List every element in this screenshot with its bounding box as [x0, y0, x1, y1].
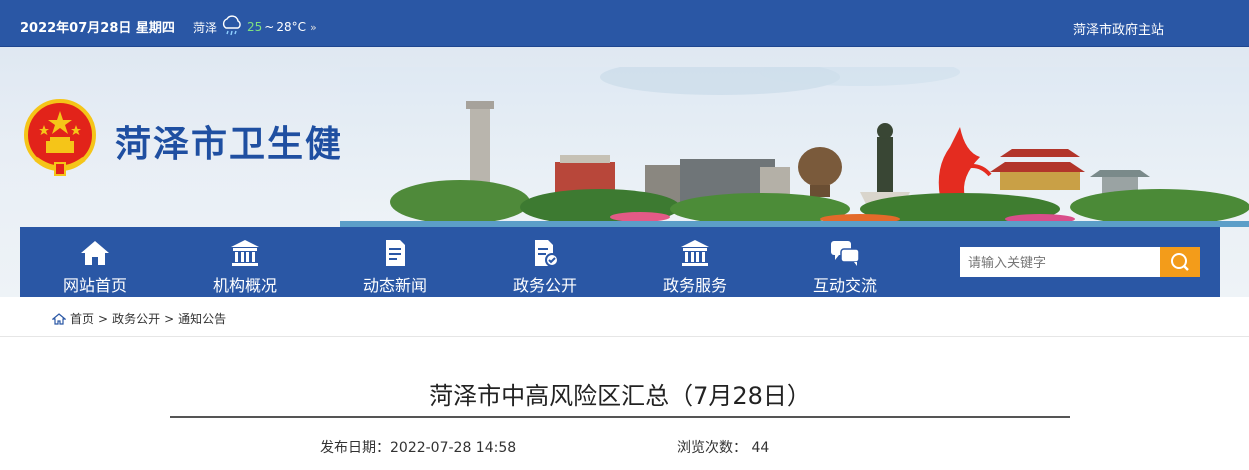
weather-temp-high: 28°C [276, 20, 307, 34]
nav-label: 政务公开 [512, 276, 577, 295]
weather-city: 菏泽 [193, 20, 218, 35]
nav-label: 网站首页 [62, 276, 127, 295]
nav-item-organization[interactable]: 机构概况 [190, 227, 300, 297]
breadcrumb-public-affairs[interactable]: 政务公开 [112, 310, 160, 327]
search-icon [1171, 253, 1189, 271]
article-title: 菏泽市中高风险区汇总（7月28日） [429, 382, 811, 410]
weather-widget[interactable]: 菏泽 25 ~ 28°C » [193, 14, 317, 40]
view-count-label: 浏览次数： [677, 440, 747, 456]
nav-label: 互动交流 [812, 276, 877, 295]
nav-item-news[interactable]: 动态新闻 [340, 227, 450, 297]
publish-date-label: 发布日期： [320, 440, 390, 456]
city-scenery-image [340, 67, 1249, 227]
home-icon [52, 312, 66, 325]
view-count-value: 44 [751, 440, 770, 456]
breadcrumb-divider [0, 336, 1249, 337]
search-input[interactable] [960, 247, 1160, 277]
nav-label: 动态新闻 [362, 276, 427, 295]
publish-date-value: 2022-07-28 14:58 [390, 440, 517, 456]
home-icon [81, 241, 109, 265]
weather-tilde: ~ [264, 20, 275, 34]
breadcrumb-separator: > [164, 311, 175, 326]
main-site-link[interactable]: 菏泽市政府主站 [1073, 19, 1164, 38]
nav-label: 机构概况 [212, 276, 277, 295]
nav-label: 政务服务 [662, 276, 727, 295]
breadcrumb-home[interactable]: 首页 [70, 310, 94, 327]
national-emblem-icon [24, 99, 96, 176]
chat-icon [831, 241, 860, 266]
top-bar: 2022年07月28日 星期四 菏泽 25 ~ 28°C » 菏泽市政府主站 [0, 0, 1249, 47]
nav-item-public-affairs[interactable]: 政务公开 [490, 227, 600, 297]
current-date: 2022年07月28日 星期四 [20, 21, 175, 36]
building-icon [681, 240, 709, 266]
search-button[interactable] [1160, 247, 1200, 277]
nav-item-services[interactable]: 政务服务 [640, 227, 750, 297]
publish-date: 发布日期：2022-07-28 14:58 [320, 437, 516, 457]
building-icon [231, 240, 259, 266]
main-nav: 网站首页 机构概况 动态新闻 政务公开 政务服务 互动交流 请输入关键字 [20, 227, 1220, 297]
view-count: 浏览次数： 44 [677, 437, 769, 457]
rain-cloud-icon [222, 15, 241, 36]
nav-item-home[interactable]: 网站首页 [40, 227, 150, 297]
breadcrumb: 首页 > 政务公开 > 通知公告 [52, 310, 226, 327]
breadcrumb-notices[interactable]: 通知公告 [178, 310, 226, 327]
nav-item-interaction[interactable]: 互动交流 [790, 227, 900, 297]
breadcrumb-separator: > [98, 311, 109, 326]
document-check-icon [535, 240, 559, 267]
weather-more-icon[interactable]: » [310, 21, 317, 34]
weather-temp-low: 25 [247, 20, 263, 34]
header-banner: 菏泽市卫生健康委员会 网站首页 机构概况 动态新闻 政务公开 政务服务 互动交流… [0, 47, 1249, 297]
title-divider [170, 416, 1070, 418]
document-icon [386, 240, 405, 266]
